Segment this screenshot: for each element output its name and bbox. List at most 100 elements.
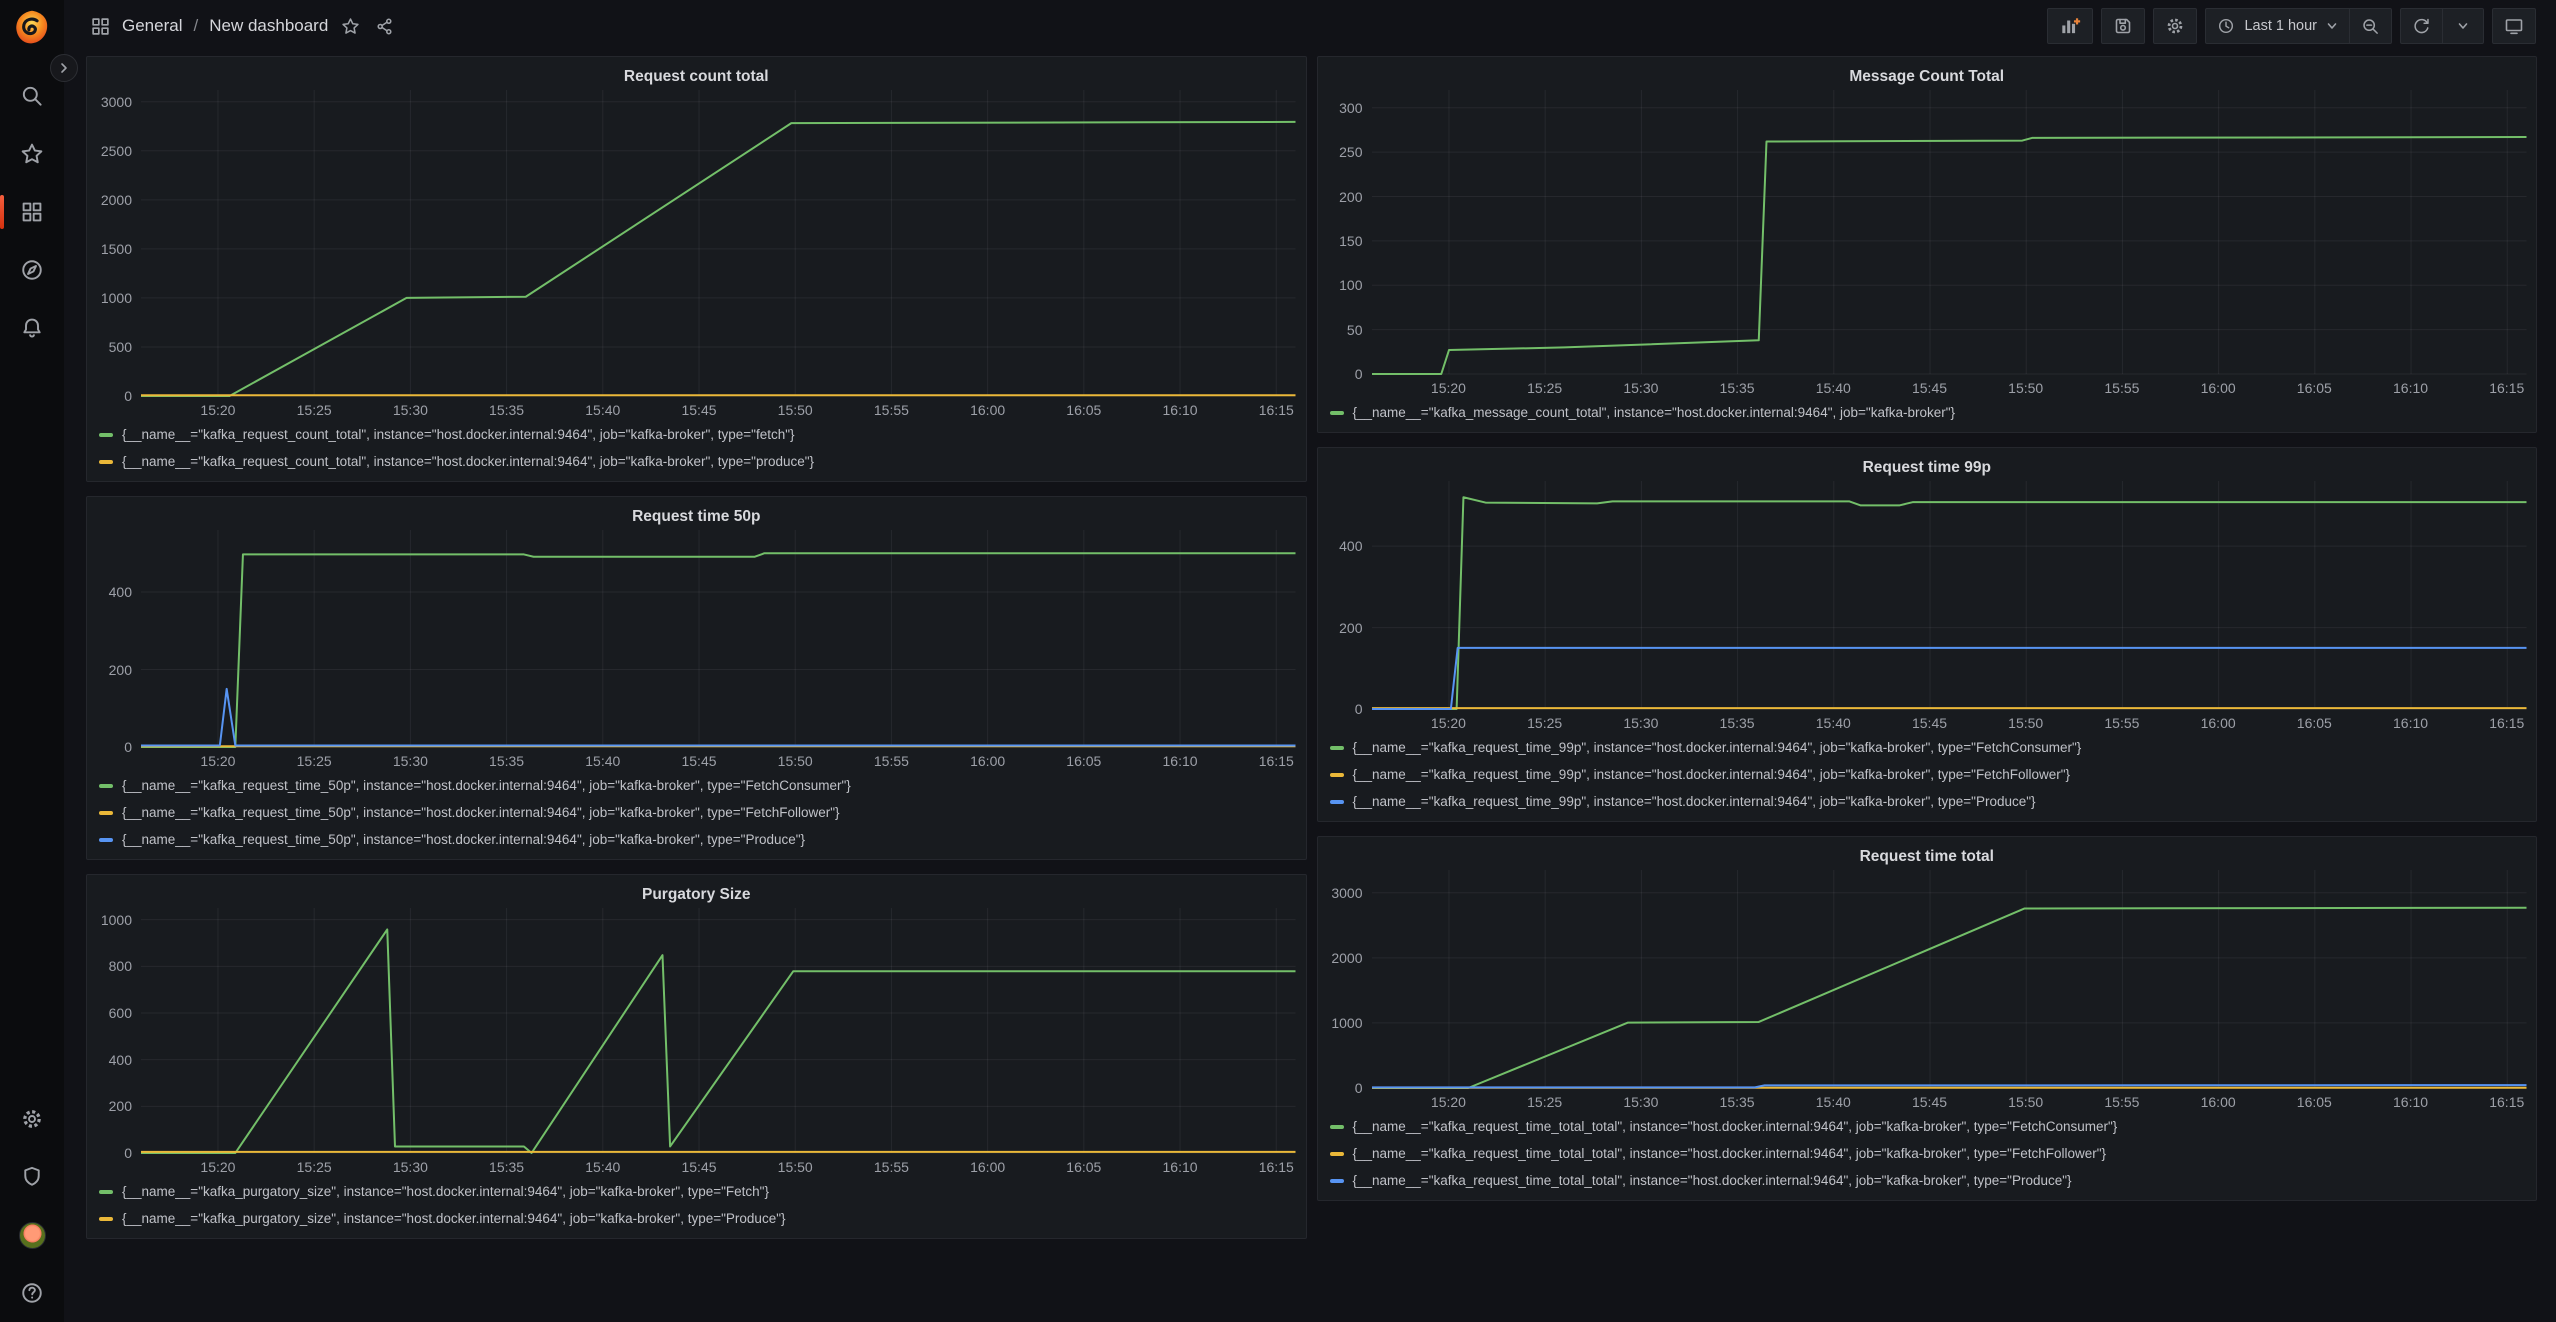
- panel-title[interactable]: Request time total: [1328, 843, 2527, 870]
- plot-area[interactable]: [1372, 90, 2527, 374]
- main-area: General / New dashboard: [64, 0, 2556, 1322]
- panel-title[interactable]: Request time 99p: [1328, 454, 2527, 481]
- legend-item[interactable]: {__name__="kafka_request_time_99p", inst…: [1330, 761, 2527, 788]
- legend-item[interactable]: {__name__="kafka_request_time_total_tota…: [1330, 1167, 2527, 1194]
- legend-item[interactable]: {__name__="kafka_purgatory_size", instan…: [99, 1205, 1296, 1232]
- share-dashboard-button[interactable]: [373, 15, 396, 38]
- breadcrumb-page-title[interactable]: New dashboard: [209, 16, 328, 36]
- x-axis-label: 15:50: [778, 1159, 813, 1175]
- x-axis-label: 15:35: [1720, 380, 1755, 396]
- panel-request-time-99p: Request time 99p 0200400 15:2015:2515:30…: [1317, 447, 2538, 822]
- sidebar-expand-button[interactable]: [50, 54, 78, 82]
- plot-area[interactable]: [141, 530, 1296, 747]
- refresh-button[interactable]: [2400, 8, 2442, 44]
- legend-label: {__name__="kafka_request_time_total_tota…: [1353, 1119, 2118, 1134]
- sidebar-item-configuration[interactable]: [0, 1090, 64, 1148]
- panel-message-count-total: Message Count Total 050100150200250300 1…: [1317, 56, 2538, 433]
- toolbar: Last 1 hour: [2047, 8, 2536, 44]
- x-axis-label: 15:40: [585, 402, 620, 418]
- grafana-logo[interactable]: [0, 9, 64, 45]
- add-panel-button[interactable]: [2047, 8, 2093, 44]
- legend-item[interactable]: {__name__="kafka_purgatory_size", instan…: [99, 1178, 1296, 1205]
- sidebar-item-alerting[interactable]: [0, 299, 64, 357]
- time-range-label: Last 1 hour: [2244, 18, 2317, 34]
- legend-item[interactable]: {__name__="kafka_request_time_50p", inst…: [99, 799, 1296, 826]
- plot-area[interactable]: [1372, 870, 2527, 1088]
- refresh-interval-dropdown[interactable]: [2442, 8, 2484, 44]
- x-axis-label: 16:10: [1163, 402, 1198, 418]
- x-axis-label: 15:20: [200, 753, 235, 769]
- plot-area[interactable]: [141, 90, 1296, 396]
- x-axis-label: 15:30: [1623, 380, 1658, 396]
- legend-item[interactable]: {__name__="kafka_request_count_total", i…: [99, 448, 1296, 475]
- x-axis-label: 16:15: [2489, 380, 2524, 396]
- topnav: General / New dashboard: [64, 0, 2556, 52]
- y-axis-label: 500: [109, 339, 132, 355]
- panel-title[interactable]: Request time 50p: [97, 503, 1296, 530]
- sidebar-item-dashboards[interactable]: [0, 183, 64, 241]
- x-axis-label: 16:05: [2297, 380, 2332, 396]
- y-axis-label: 0: [124, 739, 132, 755]
- legend-item[interactable]: {__name__="kafka_request_time_total_tota…: [1330, 1113, 2527, 1140]
- chart-svg: [141, 90, 1296, 396]
- legend-item[interactable]: {__name__="kafka_request_time_total_tota…: [1330, 1140, 2527, 1167]
- chart-svg: [141, 530, 1296, 747]
- x-axis-label: 15:45: [681, 1159, 716, 1175]
- sidebar-item-server-admin[interactable]: [0, 1148, 64, 1206]
- panel-title[interactable]: Request count total: [97, 63, 1296, 90]
- panel-title[interactable]: Message Count Total: [1328, 63, 2527, 90]
- x-axis-label: 15:25: [1527, 380, 1562, 396]
- save-dashboard-button[interactable]: [2101, 8, 2145, 44]
- legend-item[interactable]: {__name__="kafka_request_time_50p", inst…: [99, 826, 1296, 853]
- dashboard-settings-button[interactable]: [2153, 8, 2197, 44]
- chart: 02004006008001000 15:2015:2515:3015:3515…: [97, 908, 1296, 1175]
- chart: 050010001500200025003000 15:2015:2515:30…: [97, 90, 1296, 418]
- x-axis-label: 15:50: [778, 753, 813, 769]
- legend-item[interactable]: {__name__="kafka_request_time_50p", inst…: [99, 772, 1296, 799]
- dashboard-grid: Request count total 05001000150020002500…: [64, 52, 2556, 1322]
- x-axis-label: 15:20: [1431, 380, 1466, 396]
- sidebar-item-starred[interactable]: [0, 125, 64, 183]
- legend-swatch: [99, 460, 113, 464]
- x-axis-label: 16:15: [1259, 402, 1294, 418]
- time-range-picker[interactable]: Last 1 hour: [2205, 8, 2349, 44]
- plot-area[interactable]: [1372, 481, 2527, 709]
- breadcrumb-separator: /: [193, 16, 198, 36]
- dashboard-column-right: Message Count Total 050100150200250300 1…: [1317, 56, 2538, 1201]
- x-axis-label: 15:50: [2008, 380, 2043, 396]
- panel-title[interactable]: Purgatory Size: [97, 881, 1296, 908]
- zoom-out-time-button[interactable]: [2349, 8, 2392, 44]
- grafana-logo-icon: [14, 9, 50, 45]
- x-axis-label: 15:50: [778, 402, 813, 418]
- legend-swatch: [1330, 773, 1344, 777]
- legend-swatch: [1330, 1152, 1344, 1156]
- x-axis-label: 16:00: [970, 402, 1005, 418]
- plot-area[interactable]: [141, 908, 1296, 1153]
- legend-item[interactable]: {__name__="kafka_request_time_99p", inst…: [1330, 788, 2527, 815]
- y-axis-label: 1000: [101, 290, 132, 306]
- breadcrumb-section[interactable]: General: [122, 16, 182, 36]
- x-axis-label: 16:00: [2201, 1094, 2236, 1110]
- tv-view-mode-button[interactable]: [2492, 8, 2536, 44]
- panel-request-time-50p: Request time 50p 0200400 15:2015:2515:30…: [86, 496, 1307, 860]
- x-axis-label: 16:10: [2393, 715, 2428, 731]
- compass-icon: [20, 258, 44, 282]
- legend-item[interactable]: {__name__="kafka_request_count_total", i…: [99, 421, 1296, 448]
- sidebar-item-help[interactable]: [0, 1264, 64, 1322]
- legend-label: {__name__="kafka_request_time_total_tota…: [1353, 1173, 2072, 1188]
- x-axis-label: 16:15: [1259, 753, 1294, 769]
- legend-swatch: [99, 433, 113, 437]
- legend-swatch: [99, 1217, 113, 1221]
- sidebar-item-explore[interactable]: [0, 241, 64, 299]
- legend-item[interactable]: {__name__="kafka_request_time_99p", inst…: [1330, 734, 2527, 761]
- x-axis: 15:2015:2515:3015:3515:4015:4515:5015:55…: [141, 747, 1296, 769]
- legend-item[interactable]: {__name__="kafka_message_count_total", i…: [1330, 399, 2527, 426]
- x-axis-label: 15:40: [585, 753, 620, 769]
- star-dashboard-button[interactable]: [339, 15, 362, 38]
- x-axis-label: 15:35: [489, 1159, 524, 1175]
- legend-swatch: [99, 784, 113, 788]
- y-axis-label: 600: [109, 1005, 132, 1021]
- legend-swatch: [99, 838, 113, 842]
- sidebar-item-user-avatar[interactable]: [0, 1206, 64, 1264]
- x-axis-label: 15:35: [1720, 715, 1755, 731]
